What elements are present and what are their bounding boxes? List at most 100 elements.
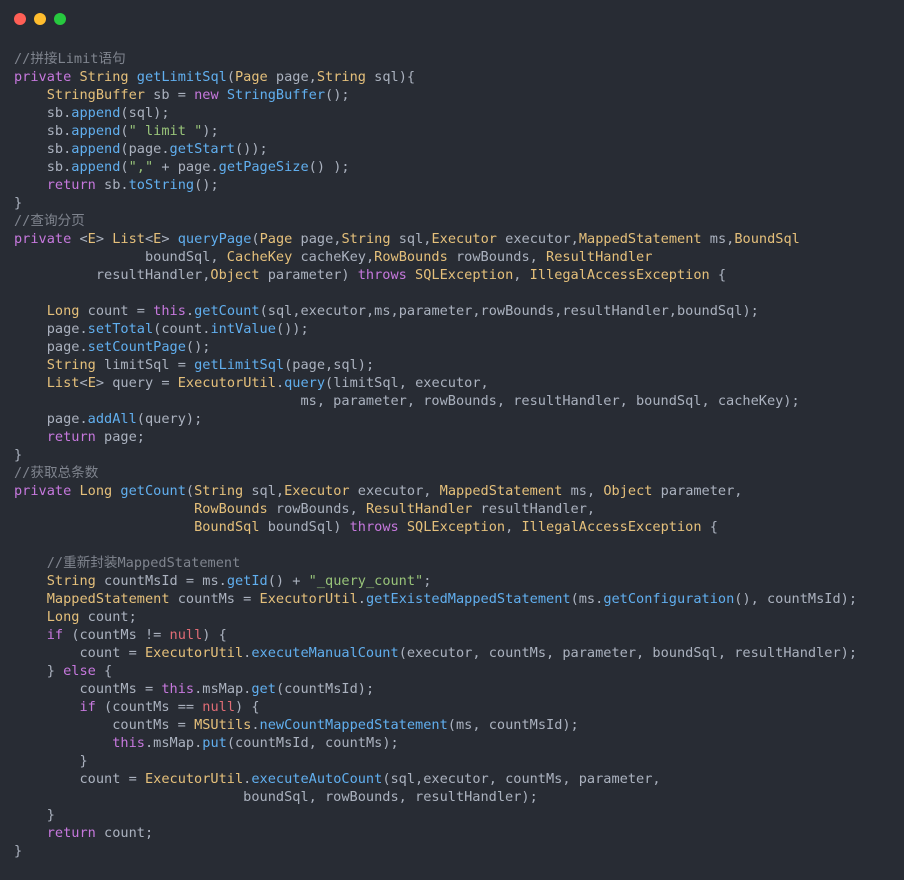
- code-token: private: [14, 231, 80, 247]
- code-line: String countMsId = ms.getId() + "_query_…: [14, 572, 904, 590]
- code-window: //拼接Limit语句 private String getLimitSql(Pa…: [0, 0, 904, 880]
- code-line: private <E> List<E> queryPage(Page page,…: [14, 230, 904, 248]
- code-token: String: [194, 483, 252, 499]
- code-token: .: [275, 375, 285, 391]
- zoom-window-dot-icon[interactable]: [54, 13, 66, 25]
- code-line: }: [14, 752, 904, 770]
- code-token: this: [161, 681, 195, 697]
- code-token: BoundSql: [194, 519, 268, 535]
- code-line: List<E> query = ExecutorUtil.query(limit…: [14, 374, 904, 392]
- code-token: //获取总条数: [14, 465, 99, 481]
- code-token: .: [251, 717, 260, 733]
- code-token: String: [79, 69, 137, 85]
- code-line: sb.append("," + page.getPageSize() );: [14, 158, 904, 176]
- code-token: setCountPage: [87, 339, 186, 355]
- code-token: (countMs ==: [104, 699, 203, 715]
- code-line: resultHandler,Object parameter) throws S…: [14, 266, 904, 284]
- code-token: MSUtils: [194, 717, 252, 733]
- code-line: }: [14, 842, 904, 860]
- code-token: boundSql): [267, 519, 350, 535]
- code-token: throws: [357, 267, 416, 283]
- code-token: return: [46, 429, 105, 445]
- code-token: () );: [308, 159, 350, 175]
- minimize-window-dot-icon[interactable]: [34, 13, 46, 25]
- code-token: ,: [513, 267, 530, 283]
- code-token: ResultHandler: [546, 249, 653, 265]
- code-token: + page.: [153, 159, 219, 175]
- code-token: (: [120, 159, 129, 175]
- code-token: getLimitSql: [194, 357, 285, 373]
- code-token: getLimitSql: [136, 69, 227, 85]
- code-line: MappedStatement countMs = ExecutorUtil.g…: [14, 590, 904, 608]
- code-token: Long: [79, 483, 121, 499]
- code-line: sb.append(" limit ");: [14, 122, 904, 140]
- code-token: getCount: [120, 483, 186, 499]
- code-token: MappedStatement: [439, 483, 571, 499]
- code-token: }: [14, 843, 23, 859]
- code-token: queryPage: [177, 231, 252, 247]
- code-line: //重新封装MappedStatement: [14, 554, 904, 572]
- code-token: Page: [259, 231, 301, 247]
- code-token: sb.: [14, 105, 72, 121]
- code-token: new: [194, 87, 227, 103]
- code-token: Page: [235, 69, 276, 85]
- code-token: getConfiguration: [603, 591, 735, 607]
- code-token: ();: [185, 339, 211, 355]
- code-token: (query);: [136, 411, 203, 427]
- code-line: page.setCountPage();: [14, 338, 904, 356]
- code-token: sb.: [14, 123, 72, 139]
- code-line: if (countMs == null) {: [14, 698, 904, 716]
- code-token: page;: [104, 429, 145, 445]
- code-token: ) {: [202, 627, 227, 643]
- code-token: executeManualCount: [251, 645, 399, 661]
- code-line: Long count = this.getCount(sql,executor,…: [14, 302, 904, 320]
- code-token: (countMsId);: [275, 681, 375, 697]
- code-token: (ms, countMsId);: [447, 717, 579, 733]
- code-token: this: [112, 735, 145, 751]
- code-token: resultHandler,: [480, 501, 596, 517]
- code-token: sb.: [14, 159, 72, 175]
- code-line: }: [14, 194, 904, 212]
- code-token: return: [46, 177, 105, 193]
- code-token: (: [120, 123, 129, 139]
- code-line: } else {: [14, 662, 904, 680]
- close-window-dot-icon[interactable]: [14, 13, 26, 25]
- code-token: MappedStatement: [46, 591, 178, 607]
- code-token: page.: [14, 411, 88, 427]
- code-token: ();: [194, 177, 219, 193]
- code-token: >: [95, 231, 113, 247]
- code-line: return page;: [14, 428, 904, 446]
- code-token: (ms.: [570, 591, 604, 607]
- code-token: {: [717, 267, 727, 283]
- code-token: //拼接Limit语句: [14, 51, 126, 67]
- code-line: return sb.toString();: [14, 176, 904, 194]
- code-token: StringBuffer: [46, 87, 154, 103]
- code-token: query: [284, 375, 326, 391]
- code-line: private String getLimitSql(Page page,Str…: [14, 68, 904, 86]
- code-token: (sql,executor, countMs, parameter,: [382, 771, 661, 787]
- code-token: sb.: [14, 141, 72, 157]
- code-token: if: [46, 627, 72, 643]
- code-token: Executor: [284, 483, 358, 499]
- code-token: count;: [87, 609, 137, 625]
- code-token: countMs =: [14, 717, 195, 733]
- code-token: ());: [235, 141, 268, 157]
- code-line: String limitSql = getLimitSql(page,sql);: [14, 356, 904, 374]
- code-token: Long: [46, 303, 88, 319]
- code-line: //查询分页: [14, 212, 904, 230]
- code-token: sql){: [374, 69, 416, 85]
- code-line: }: [14, 806, 904, 824]
- code-token: //重新封装MappedStatement: [46, 555, 241, 571]
- code-line: countMs = MSUtils.newCountMappedStatemen…: [14, 716, 904, 734]
- code-token: page.: [14, 321, 88, 337]
- code-token: String: [341, 231, 399, 247]
- code-line: //拼接Limit语句: [14, 50, 904, 68]
- code-line: BoundSql boundSql) throws SQLException, …: [14, 518, 904, 536]
